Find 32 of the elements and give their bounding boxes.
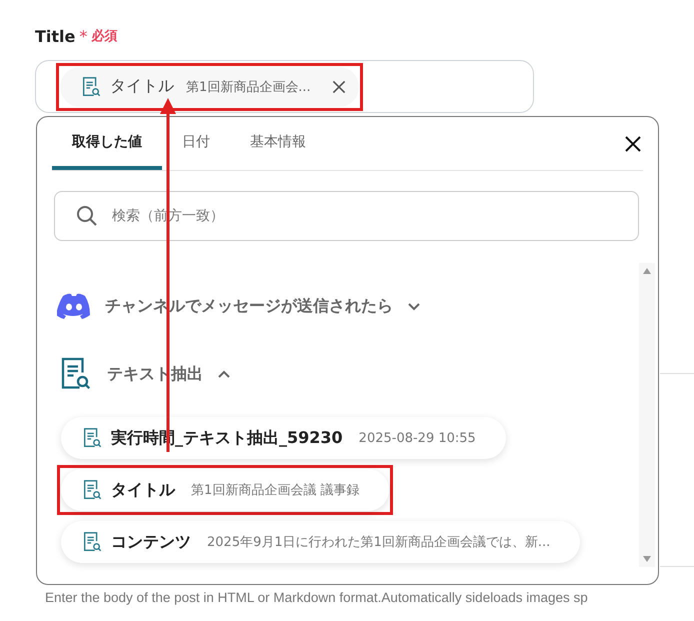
item-value: 2025年9月1日に行われた第1回新商品企画会議では、新... [207, 534, 550, 551]
search-field[interactable]: 検索（前方一致） [54, 191, 639, 241]
item-value: 第1回新商品企画会議 議事録 [191, 482, 360, 499]
item-value: 2025-08-29 10:55 [358, 430, 476, 446]
remove-button[interactable] [330, 78, 347, 94]
field-label: Title [35, 26, 76, 46]
scroll-down-icon[interactable] [642, 555, 652, 563]
required-label: 必須 [91, 28, 118, 45]
scrollbar[interactable] [639, 263, 655, 567]
tab[interactable]: 取得した値 [52, 117, 162, 170]
document-search-icon [81, 427, 103, 449]
item-name: タイトル [111, 480, 175, 500]
title-field[interactable]: タイトル 第1回新商品企画会... [35, 60, 534, 113]
group-header[interactable]: テキスト抽出 [57, 349, 639, 399]
field-hint: Enter the body of the post in HTML or Markdown format.Automatically sideloads images sp [45, 590, 588, 605]
scroll-up-icon[interactable] [642, 267, 652, 275]
item-name: コンテンツ [111, 532, 191, 552]
group-header[interactable]: チャンネルでメッセージが送信されたら [57, 281, 639, 331]
document-search-icon [81, 531, 103, 553]
value-item[interactable]: コンテンツ 2025年9月1日に行われた第1回新商品企画会議では、新... [61, 521, 580, 563]
close-icon [330, 78, 347, 94]
document-search-icon [81, 479, 103, 501]
document-search-icon [80, 76, 102, 98]
required-mark: * [79, 26, 88, 46]
chip-value: 第1回新商品企画会... [186, 78, 311, 96]
tab[interactable]: 日付 [162, 117, 230, 170]
chip-name: タイトル [110, 76, 174, 97]
value-item[interactable]: タイトル 第1回新商品企画会議 議事録 [61, 469, 390, 511]
search-icon [76, 205, 98, 227]
tab[interactable]: 基本情報 [230, 117, 326, 170]
variable-chip[interactable]: タイトル 第1回新商品企画会... [60, 66, 359, 106]
close-icon [623, 134, 643, 154]
